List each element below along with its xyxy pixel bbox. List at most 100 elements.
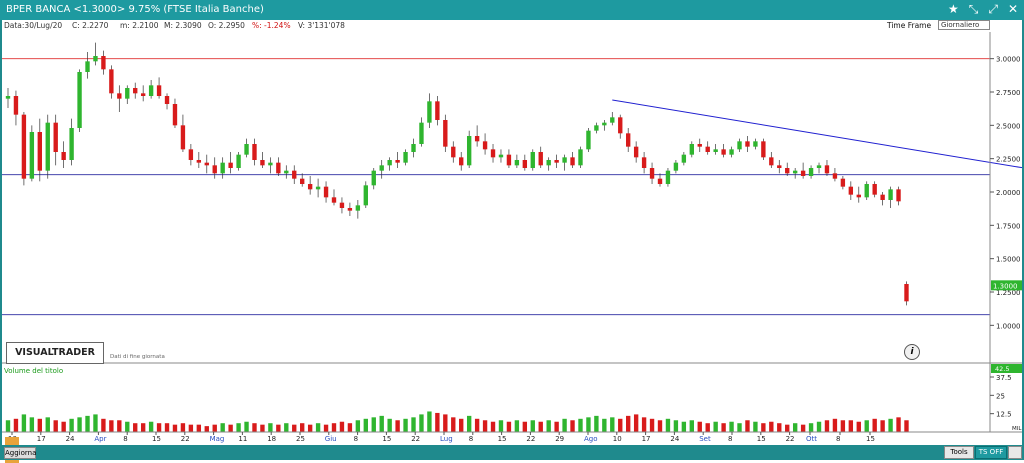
candle-body [451,146,456,158]
volume-bar [148,421,154,432]
volume-bar [363,418,368,432]
volume-bar [228,424,233,432]
time-tick-label: 18 [267,435,276,443]
volume-bar [5,420,11,432]
volume-bar [570,420,575,432]
info-min: m: 2.2100 [120,21,159,30]
ts-off-button[interactable]: TS OFF [975,446,1007,459]
time-tick-label: 29 [555,435,564,443]
last-price-label: 1.3000 [993,282,1018,290]
candle-body [435,101,440,120]
candle-body [586,130,591,150]
volume-bars [5,411,1024,432]
info-pct: %: -1.24% [252,21,291,30]
volume-bar [276,424,281,432]
volume-bar [816,421,822,432]
candle-body [506,154,512,166]
volume-bar [85,415,90,432]
volume-bar [443,414,448,432]
candle-body [379,165,384,171]
candle-body [371,170,376,186]
volume-bar [538,421,543,432]
star-icon[interactable]: ★ [948,2,959,17]
volume-bar [482,420,488,432]
price-tick-label: 3.0000 [996,56,1021,64]
candle-body [633,146,639,158]
tools-button[interactable]: Tools [944,446,974,459]
volume-bar [840,420,846,432]
volume-bar [323,424,329,432]
price-tick-label: 1.0000 [996,322,1021,330]
close-icon[interactable]: ✕ [1008,2,1018,17]
info-icon[interactable]: i [904,344,920,360]
timeframe-label: Time Frame [887,21,932,30]
chart-area[interactable]: 3.0000 2.7500 2.5000 2.2500 2.0000 1.7500 1.50… [2,32,1024,463]
volume-bar [713,421,718,432]
volume-bar [546,420,551,432]
candle-body [824,165,830,174]
candle-body [673,162,679,171]
candle-body [355,205,361,211]
volume-bar [657,420,663,432]
info-volume: V: 3'131'078 [298,21,345,30]
brand-subtitle: Dati di fine giornata [110,354,165,360]
volume-bar [252,423,257,432]
volume-bar [37,418,42,432]
time-tick-label: 8 [728,435,732,443]
candle-body [331,197,337,203]
candle-body [443,120,448,147]
volume-bar [872,418,877,432]
price-chart[interactable]: 3.0000 2.7500 2.5000 2.2500 2.0000 1.7500 1.50… [2,32,1024,445]
refresh-button[interactable]: Aggiorna [4,447,36,459]
volume-bar [800,424,806,432]
volume-tick-label: 12.5 [996,411,1012,419]
price-tick-label: 2.7500 [996,89,1021,97]
candle-body [268,162,273,166]
status-extra-button[interactable] [1008,446,1022,459]
volume-bar [904,420,909,432]
candle-body [252,144,257,160]
volume-bar [403,418,408,432]
volume-bar [156,423,162,432]
volume-bar [300,423,305,432]
candle-body [85,61,90,72]
candle-body [626,133,631,147]
volume-bar [665,418,671,432]
volume-bar [77,417,82,432]
candle-body [411,144,416,152]
time-tick-label: 24 [66,435,75,443]
volume-bar [562,418,567,432]
candle-body [514,160,520,166]
volume-bar [506,421,512,432]
volume-bar [411,417,416,432]
price-tick-label: 1.7500 [996,222,1021,230]
candle-body [737,141,742,150]
expand-icon[interactable]: ⤢ [988,2,998,17]
candle-body [164,96,170,104]
time-tick-label: Giu [325,435,337,443]
volume-bar [133,423,138,432]
candle-body [777,165,782,168]
candle-body [427,101,432,123]
volume-bar [689,420,694,432]
candle-body [53,122,58,152]
volume-bar [180,423,186,432]
time-tick-label: 24 [670,435,679,443]
time-tick-label: 15 [866,435,875,443]
timeframe-select[interactable]: Giornaliero [938,20,990,30]
volume-bar [260,424,265,432]
time-tick-label: 22 [181,435,190,443]
candle-body [125,88,130,99]
volume-bar [284,423,289,432]
candle-body [689,144,694,155]
volume-bar [395,420,400,432]
time-tick-label: Ago [584,435,598,443]
volume-bar [292,424,297,432]
candle-body [554,160,559,163]
candle-body [610,117,615,123]
candle-body [101,56,106,70]
candle-body [474,136,480,142]
candle-body [602,122,607,126]
collapse-icon[interactable]: ⤡ [969,2,979,17]
candle-body [681,154,687,163]
